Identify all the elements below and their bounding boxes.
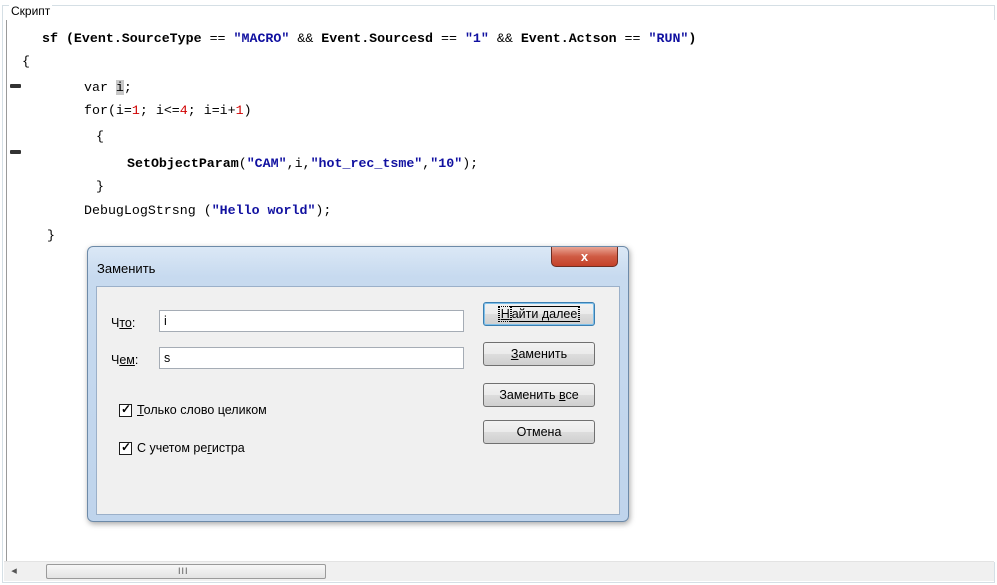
code-content: sf (Event.SourceType == "MACRO" && Event… [7,20,696,243]
cancel-button[interactable]: Отмена [483,420,595,444]
replace-button[interactable]: Заменить [483,342,595,366]
check-icon: ✓ [121,402,132,416]
match-case-label[interactable]: С учетом регистра [137,441,245,455]
scrollbar-thumb[interactable]: III [46,564,326,579]
replace-label: Чем: [111,353,139,367]
grip-icon: III [178,566,189,576]
whole-word-label[interactable]: Только слово целиком [137,403,267,417]
replace-dialog: Заменить x Что: i Чем: s ✓ Только слово … [87,246,629,522]
code-line-2: { [22,54,30,69]
code-line-7: } [96,179,104,194]
find-next-button[interactable]: Найти далее [483,302,595,326]
dialog-client-area: Что: i Чем: s ✓ Только слово целиком ✓ С… [96,286,620,515]
code-line-6: SetObjectParam("CAM",i,"hot_rec_tsme","1… [127,156,479,171]
check-icon: ✓ [121,440,132,454]
close-button[interactable]: x [551,247,618,267]
code-line-4: for(i=1; i<=4; i=i+1) [84,103,252,118]
code-line-9: } [47,228,55,243]
find-label: Что: [111,316,136,330]
code-line-1: sf (Event.SourceType == "MACRO" && Event… [42,31,697,46]
match-case-checkbox[interactable]: ✓ [119,440,132,455]
horizontal-scrollbar[interactable]: ◂ III [4,561,994,581]
find-input[interactable]: i [159,310,464,332]
code-line-5: { [96,129,104,144]
dialog-title: Заменить [97,261,156,276]
scroll-left-icon[interactable]: ◂ [7,564,21,579]
replace-all-button[interactable]: Заменить все [483,383,595,407]
code-line-3: var i; [84,80,132,95]
close-icon: x [580,249,589,264]
groupbox-title: Скрипт [9,4,53,18]
whole-word-checkbox[interactable]: ✓ [119,402,132,417]
replace-input[interactable]: s [159,347,464,369]
code-line-8: DebugLogStrsng ("Hello world"); [84,203,332,218]
